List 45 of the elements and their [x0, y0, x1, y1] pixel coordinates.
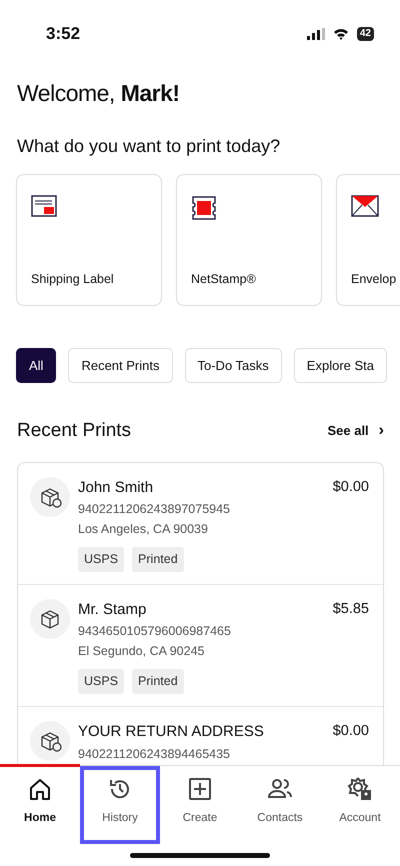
filter-chip[interactable]: To-Do Tasks: [184, 348, 282, 383]
create-icon: [187, 776, 213, 802]
print-option-label: Envelop: [351, 270, 396, 288]
print-option-label: NetStamp®: [191, 270, 256, 288]
status-tag: USPS: [78, 547, 124, 572]
print-option-label: Shipping Label: [31, 270, 114, 288]
print-option-card[interactable]: Envelop: [336, 174, 400, 306]
package-icon: [30, 598, 70, 639]
tab-bar-item[interactable]: Account: [320, 766, 400, 844]
tab-bar-item[interactable]: Create: [160, 766, 240, 844]
status-tag: Printed: [132, 547, 184, 572]
wifi-icon: [332, 28, 349, 40]
package-icon: [30, 476, 70, 516]
battery-level: 42: [356, 27, 374, 41]
status-tag: USPS: [78, 669, 124, 694]
tab-bar-item[interactable]: History: [80, 766, 160, 844]
tracking-number: 9402211206243897075945: [78, 501, 232, 518]
amount: $5.85: [332, 600, 369, 619]
recipient-name: John Smith: [78, 478, 154, 498]
recipient-location: El Segundo, CA 90245: [78, 643, 206, 660]
welcome-heading: Welcome, Mark!: [17, 79, 181, 108]
section-heading: What do you want to print today?: [17, 134, 282, 158]
home-icon: [27, 776, 53, 802]
tracking-number: 9402211206243894465435: [78, 746, 232, 762]
tab-bar-item[interactable]: Contacts: [240, 766, 320, 844]
see-all-link[interactable]: See all ›: [327, 419, 384, 444]
filter-chip[interactable]: All: [16, 348, 56, 383]
package-icon: [30, 721, 70, 761]
status-tag: Printed: [132, 669, 184, 694]
account-icon: [347, 776, 373, 802]
print-option-card[interactable]: NetStamp®: [176, 174, 322, 306]
section-title: Recent Prints: [17, 419, 132, 443]
status-time: 3:52: [46, 23, 80, 46]
print-option-card[interactable]: Shipping Label: [16, 174, 162, 306]
tracking-number: 9434650105796006987465: [78, 623, 232, 640]
amount: $0.00: [332, 478, 369, 496]
recipient-name: YOUR RETURN ADDRESS: [78, 722, 265, 742]
filter-chip[interactable]: Explore Sta: [294, 348, 387, 383]
tab-bar-item[interactable]: Home: [0, 766, 80, 844]
recipient-name: Mr. Stamp: [78, 600, 148, 620]
filter-chip[interactable]: Recent Prints: [68, 348, 172, 383]
amount: $0.00: [332, 722, 369, 741]
recipient-location: Los Angeles, CA 90039: [78, 521, 209, 538]
signal-icon: [306, 28, 325, 40]
stamp-icon: [191, 194, 219, 220]
